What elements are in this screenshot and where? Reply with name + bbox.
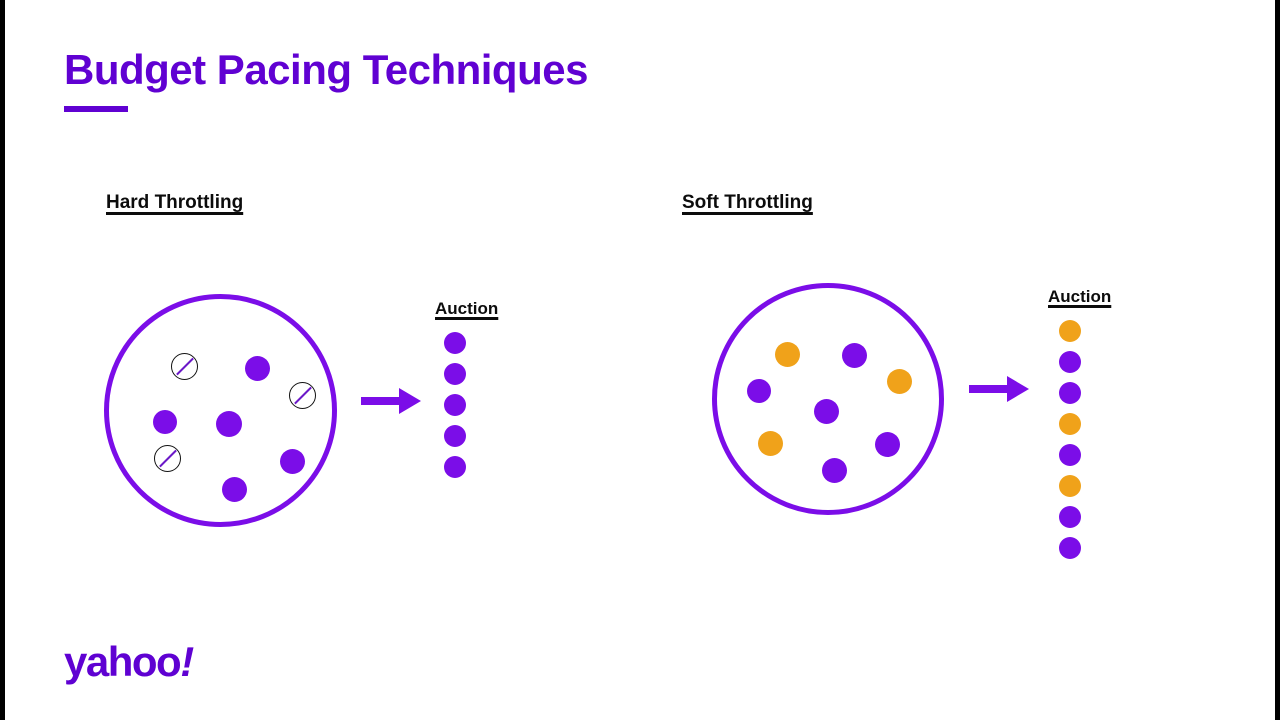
flow-arrow-hard-throttling [361,388,421,414]
auction-dot [1059,537,1081,559]
flow-arrow-soft-throttling [969,376,1029,402]
blocked-request-icon [154,445,181,472]
blocked-request-icon [171,353,198,380]
blocked-request-icon [289,382,316,409]
request-dot [153,410,177,434]
yahoo-logo-exclamation: ! [180,638,194,685]
request-dot [245,356,270,381]
yahoo-logo: yahoo! [64,638,194,685]
request-dot [875,432,900,457]
request-dot [280,449,305,474]
arrow-head [1007,376,1029,402]
request-dot [216,411,242,437]
arrow-head [399,388,421,414]
auction-dot [1059,506,1081,528]
request-pool-hard-throttling [104,294,337,527]
throttled-request-dot [775,342,800,367]
auction-dot [444,425,466,447]
throttled-request-dot [758,431,783,456]
arrow-shaft [361,397,401,405]
auction-dot [1059,444,1081,466]
auction-dot [444,332,466,354]
auction-dot [1059,475,1081,497]
slide-canvas: Budget Pacing Techniques Hard Throttling… [0,0,1280,720]
auction-column-hard-throttling [444,332,466,478]
auction-label-soft-throttling: Auction [1048,287,1112,306]
panel-heading-hard-throttling: Hard Throttling [106,192,244,213]
page-title: Budget Pacing Techniques [64,46,588,93]
auction-dot [1059,382,1081,404]
auction-dot [444,363,466,385]
request-dot [842,343,867,368]
right-edge-bar [1275,0,1280,720]
auction-dot [1059,413,1081,435]
left-edge-bar [0,0,5,720]
title-underline-rule [64,106,128,113]
request-dot [222,477,247,502]
throttled-request-dot [887,369,912,394]
arrow-shaft [969,385,1009,393]
yahoo-logo-wordmark: yahoo [64,638,182,685]
request-dot [747,379,771,403]
request-dot [814,399,839,424]
title-block: Budget Pacing Techniques [64,46,588,113]
panel-heading-soft-throttling: Soft Throttling [682,192,813,213]
auction-dot [444,456,466,478]
auction-dot [1059,351,1081,373]
request-pool-soft-throttling [712,283,944,515]
auction-dot [444,394,466,416]
auction-label-hard-throttling: Auction [435,299,499,318]
request-dot [822,458,847,483]
auction-column-soft-throttling [1059,320,1081,559]
auction-dot [1059,320,1081,342]
